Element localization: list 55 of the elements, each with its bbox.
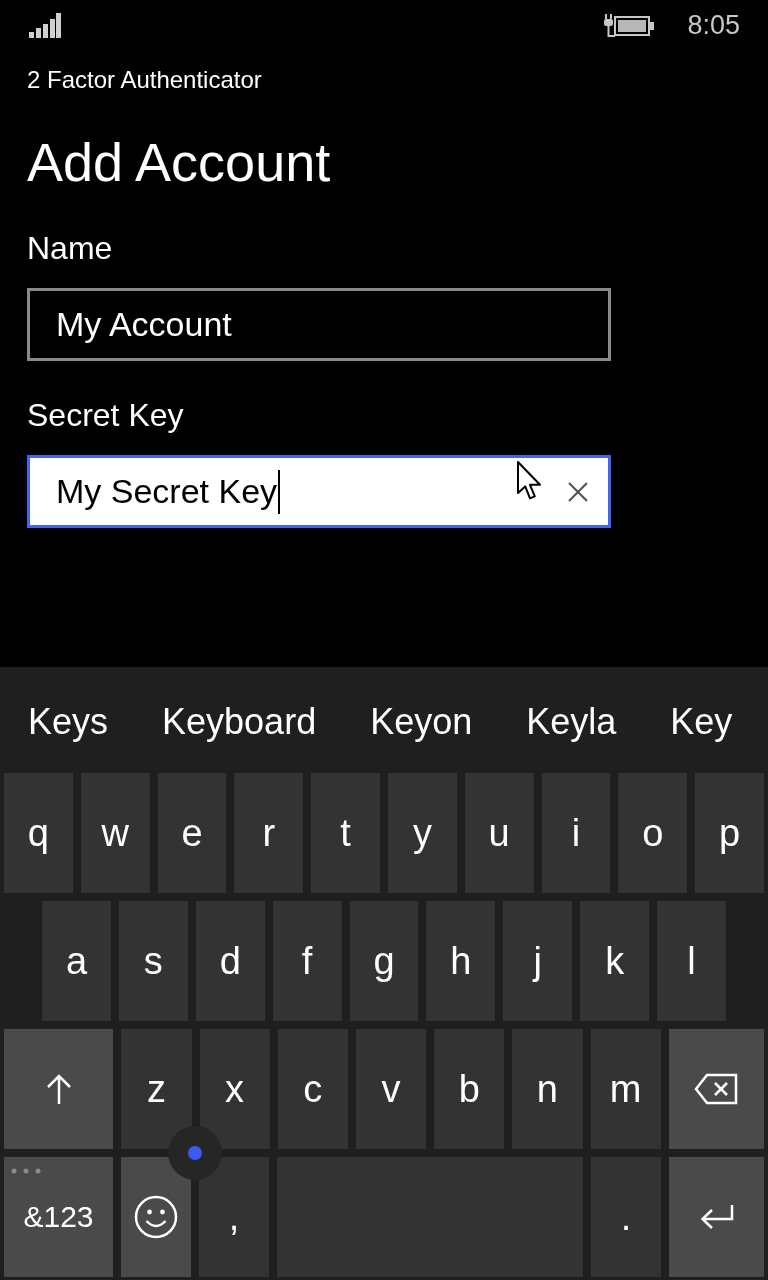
character-key[interactable]: m xyxy=(590,1029,661,1149)
clear-icon[interactable] xyxy=(567,480,589,503)
character-key[interactable]: p xyxy=(695,773,764,893)
text-field[interactable]: My Account xyxy=(27,288,611,361)
enter-key[interactable] xyxy=(669,1157,764,1277)
app-title: 2 Factor Authenticator xyxy=(27,66,262,94)
character-key[interactable]: q xyxy=(4,773,73,893)
backspace-icon xyxy=(694,1073,739,1105)
text-cursor-icon xyxy=(278,469,281,514)
emoji-key[interactable] xyxy=(121,1157,191,1277)
ring-dot-icon[interactable] xyxy=(168,1126,222,1180)
character-key[interactable]: h xyxy=(426,901,496,1021)
character-key[interactable]: w xyxy=(80,773,150,893)
symbols-key[interactable]: &123 xyxy=(4,1157,113,1277)
field-label: Name xyxy=(27,229,113,268)
clock-time: 8:05 xyxy=(687,9,740,41)
signal-icon xyxy=(29,12,61,38)
suggestion-word[interactable]: Keyla xyxy=(526,700,617,744)
character-key[interactable]: r xyxy=(234,773,304,893)
character-key[interactable]: f xyxy=(272,901,342,1021)
mouse-pointer-icon xyxy=(516,460,544,501)
character-key[interactable]: c xyxy=(277,1029,348,1149)
ellipsis-icon xyxy=(11,1168,41,1174)
enter-icon xyxy=(698,1203,735,1231)
charging-battery-icon xyxy=(603,12,655,38)
character-key[interactable]: y xyxy=(388,773,457,893)
character-key[interactable]: k xyxy=(580,901,650,1021)
character-key[interactable]: o xyxy=(618,773,688,893)
field-label: Secret Key xyxy=(27,396,184,435)
text-field[interactable]: My Secret Key xyxy=(27,455,611,528)
up-arrow-icon xyxy=(45,1073,72,1105)
character-key[interactable]: e xyxy=(157,773,227,893)
character-key[interactable]: j xyxy=(503,901,573,1021)
character-key[interactable]: b xyxy=(434,1029,505,1149)
character-key[interactable]: d xyxy=(195,901,265,1021)
suggestion-word[interactable]: Keys xyxy=(28,700,109,744)
character-key[interactable]: z xyxy=(121,1029,192,1149)
character-key[interactable]: v xyxy=(355,1029,427,1149)
character-key[interactable]: l xyxy=(657,901,726,1021)
suggestion-word[interactable]: Keyon xyxy=(370,700,473,744)
page-title: Add Account xyxy=(27,131,331,194)
character-key[interactable]: x xyxy=(199,1029,270,1149)
character-key[interactable]: , xyxy=(199,1157,269,1277)
character-key[interactable]: t xyxy=(311,773,380,893)
character-key[interactable]: i xyxy=(541,773,611,893)
character-key[interactable]: g xyxy=(349,901,419,1021)
backspace-key[interactable] xyxy=(668,1029,764,1149)
character-key[interactable]: n xyxy=(512,1029,583,1149)
smiley-icon xyxy=(134,1195,178,1239)
character-key[interactable]: s xyxy=(118,901,188,1021)
character-key[interactable]: u xyxy=(464,773,534,893)
character-key[interactable]: . xyxy=(591,1157,661,1277)
suggestion-word[interactable]: Keyboard xyxy=(162,700,317,744)
character-key[interactable]: a xyxy=(42,901,111,1021)
suggestion-word[interactable]: Key xyxy=(670,700,733,744)
